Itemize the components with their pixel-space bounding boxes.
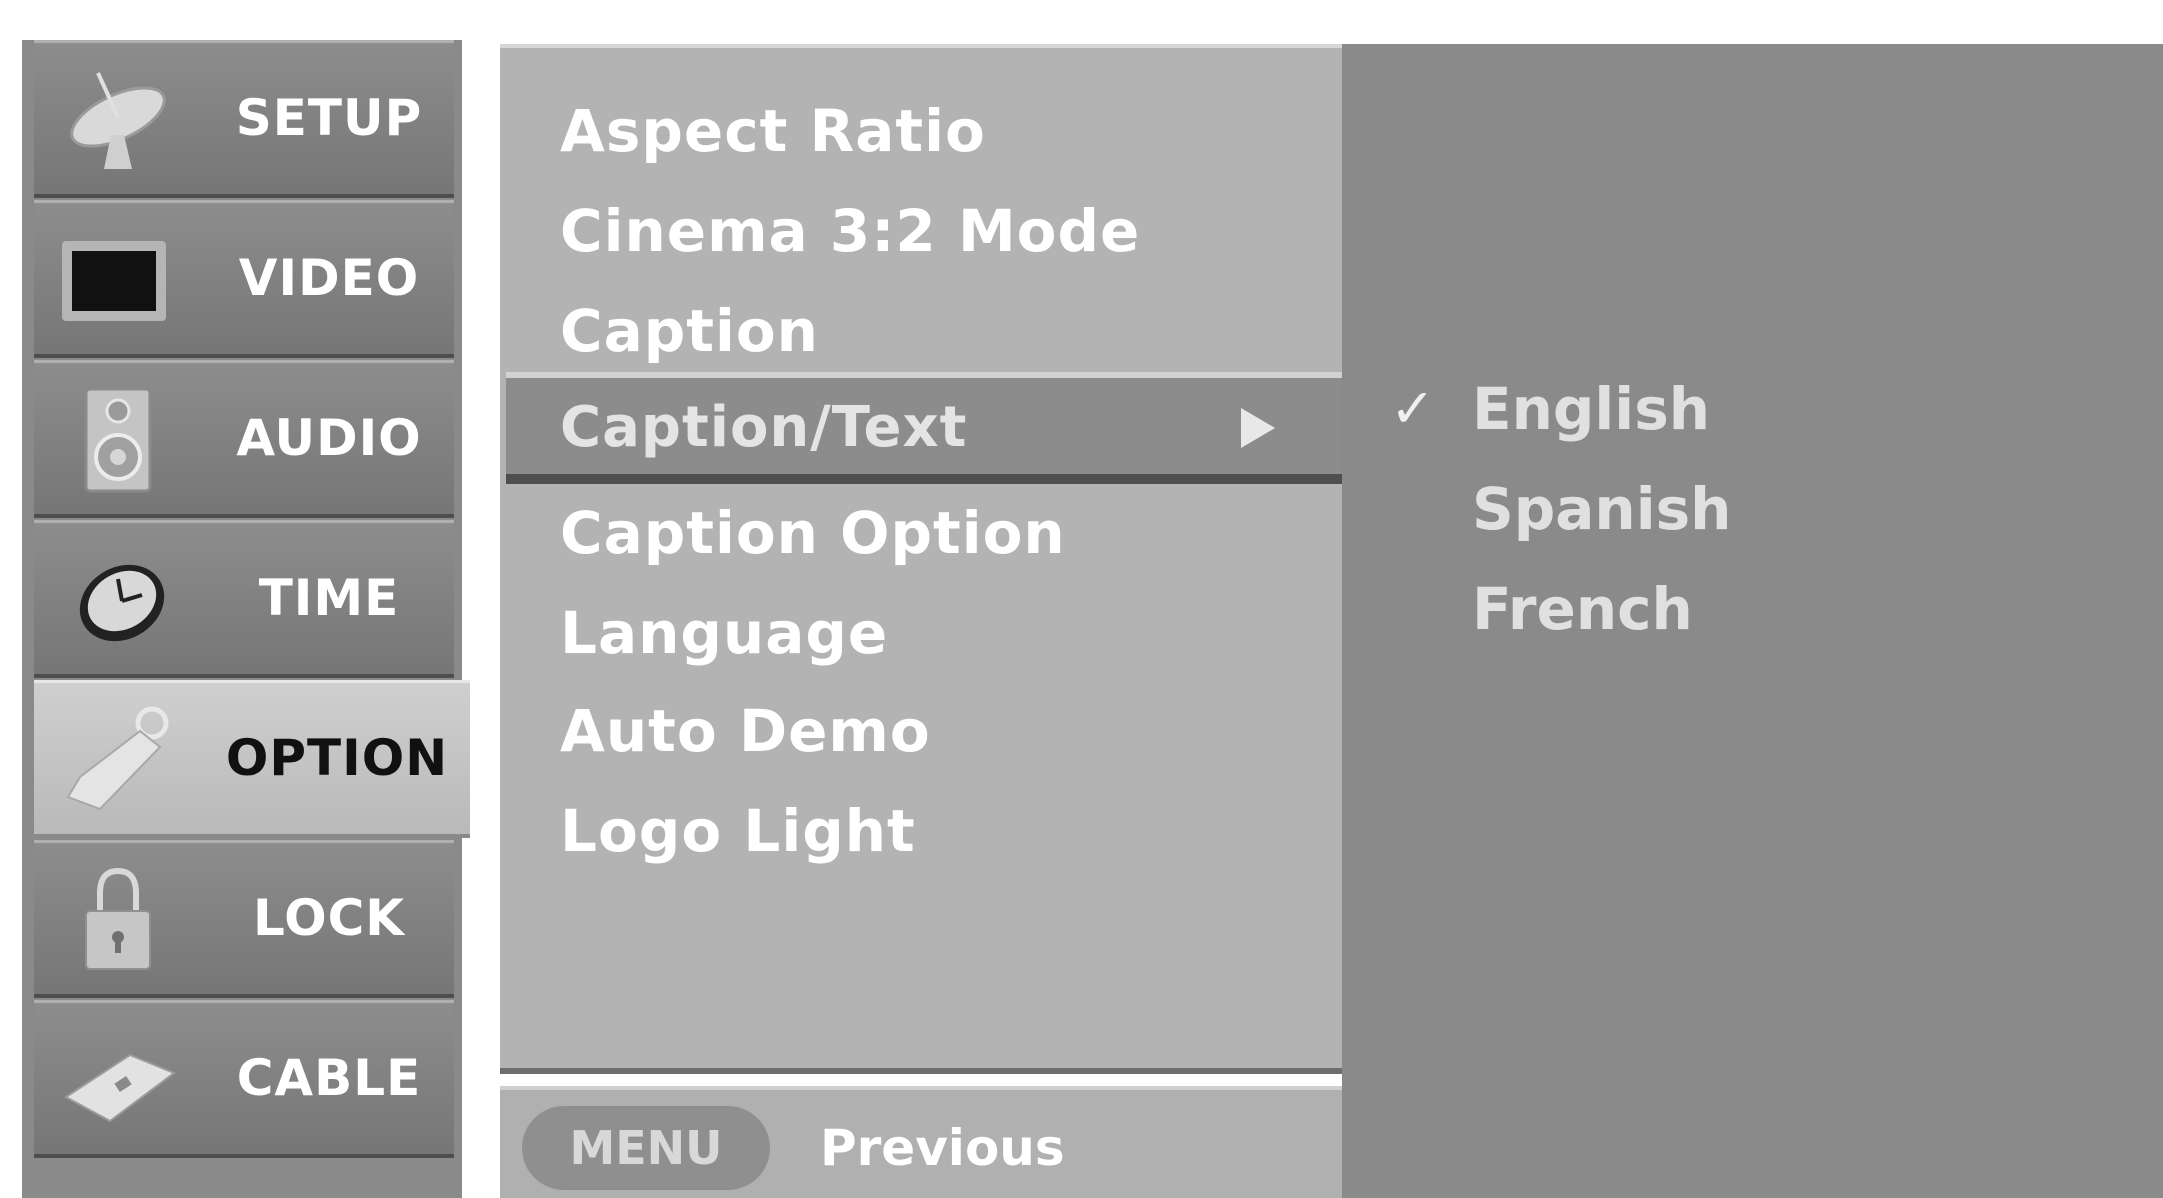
menu-button[interactable]: MENU bbox=[522, 1106, 770, 1190]
menu-item-language[interactable]: Language bbox=[560, 588, 888, 678]
menu-item-caption-text[interactable]: Caption/Text bbox=[506, 372, 1342, 484]
speaker-icon bbox=[56, 385, 186, 495]
previous-label: Previous bbox=[820, 1119, 1065, 1177]
tab-time[interactable]: TIME bbox=[34, 520, 454, 678]
tab-audio[interactable]: AUDIO bbox=[34, 360, 454, 518]
checkmark-icon: ✓ bbox=[1390, 377, 1436, 440]
screen-icon bbox=[56, 225, 186, 335]
menu-item-caption-option[interactable]: Caption Option bbox=[560, 488, 1066, 578]
option-submenu: Aspect Ratio Cinema 3:2 Mode Caption Cap… bbox=[500, 44, 1342, 1074]
tag-icon bbox=[56, 705, 186, 815]
option-french[interactable]: French bbox=[1472, 564, 1693, 654]
tab-cable[interactable]: CABLE bbox=[34, 1000, 454, 1158]
menu-item-auto-demo[interactable]: Auto Demo bbox=[560, 686, 931, 776]
tab-option[interactable]: OPTION bbox=[34, 680, 470, 838]
padlock-icon bbox=[56, 865, 186, 975]
menu-item-label: Caption/Text bbox=[560, 395, 968, 460]
caption-text-options: ✓ English Spanish French bbox=[1342, 44, 2163, 1198]
tab-label: SETUP bbox=[235, 89, 423, 147]
menu-item-aspect-ratio[interactable]: Aspect Ratio bbox=[560, 86, 986, 176]
option-spanish[interactable]: Spanish bbox=[1472, 464, 1731, 554]
tab-label: TIME bbox=[258, 569, 400, 627]
tab-label: OPTION bbox=[225, 729, 449, 787]
tab-lock[interactable]: LOCK bbox=[34, 840, 454, 998]
clock-icon bbox=[56, 545, 186, 655]
tab-label: LOCK bbox=[252, 889, 406, 947]
right-arrow-icon bbox=[1241, 408, 1275, 448]
menu-item-caption[interactable]: Caption bbox=[560, 286, 819, 376]
category-tabs: SETUP VIDEO AUDIO TIME OPTION LOCK CABLE bbox=[22, 40, 470, 1198]
tab-label: VIDEO bbox=[238, 249, 420, 307]
satellite-dish-icon bbox=[56, 65, 186, 175]
menu-item-cinema-mode[interactable]: Cinema 3:2 Mode bbox=[560, 186, 1140, 276]
cable-card-icon bbox=[56, 1025, 186, 1135]
tab-label: CABLE bbox=[236, 1049, 422, 1107]
tab-setup[interactable]: SETUP bbox=[34, 40, 454, 198]
menu-item-logo-light[interactable]: Logo Light bbox=[560, 786, 916, 876]
tab-label: AUDIO bbox=[236, 409, 422, 467]
tab-video[interactable]: VIDEO bbox=[34, 200, 454, 358]
footer-bar: MENU Previous bbox=[500, 1086, 1342, 1198]
option-english[interactable]: English bbox=[1472, 364, 1710, 454]
